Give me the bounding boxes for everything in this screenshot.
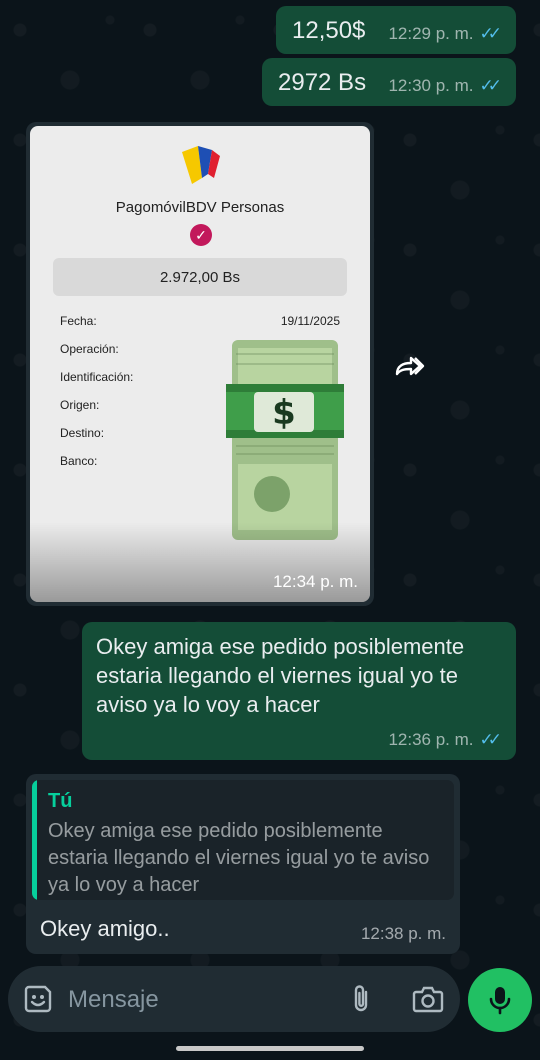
money-bag-icon: $ xyxy=(226,340,344,540)
svg-text:$: $ xyxy=(272,393,296,433)
receipt-amount: 2.972,00 Bs xyxy=(53,258,347,296)
message-text: Okey amigo.. xyxy=(40,916,170,941)
camera-icon xyxy=(412,986,444,1013)
field-label: Banco: xyxy=(60,454,98,468)
field-label: Operación: xyxy=(60,342,119,356)
forward-icon xyxy=(395,356,425,376)
message-meta: 12:30 p. m. ✓✓ xyxy=(388,76,502,96)
message-outgoing[interactable]: Okey amiga ese pedido posiblemente estar… xyxy=(82,622,516,760)
field-label: Fecha: xyxy=(60,314,97,328)
message-time: 12:36 p. m. xyxy=(388,730,474,749)
message-meta: 12:38 p. m. xyxy=(361,924,446,944)
voice-record-button[interactable] xyxy=(468,968,532,1032)
receipt-title: PagomóvilBDV Personas xyxy=(115,199,285,216)
quote-text: Okey amiga ese pedido posiblemente estar… xyxy=(48,820,430,896)
sticker-icon xyxy=(24,985,52,1013)
attach-button[interactable] xyxy=(344,982,378,1016)
message-text: Okey amiga ese pedido posiblemente estar… xyxy=(96,634,465,717)
field-label: Origen: xyxy=(60,398,100,412)
quote-accent-bar xyxy=(32,780,37,900)
message-meta: 12:36 p. m. ✓✓ xyxy=(388,730,502,750)
paperclip-icon xyxy=(354,985,368,1012)
image-message[interactable]: PagomóvilBDV Personas ✓ 2.972,00 Bs Fech… xyxy=(26,122,374,606)
message-time: 12:29 p. m. xyxy=(388,24,474,43)
message-outgoing[interactable]: 12,50$ 12:29 p. m. ✓✓ xyxy=(276,6,516,54)
microphone-icon xyxy=(489,987,511,1015)
forward-button[interactable] xyxy=(390,350,428,382)
message-incoming[interactable]: Tú Okey amiga ese pedido posiblemente es… xyxy=(26,774,460,954)
message-text: 12,50$ xyxy=(292,17,366,44)
message-time: 12:30 p. m. xyxy=(388,76,474,95)
check-icon: ✓ xyxy=(190,224,212,246)
home-indicator[interactable] xyxy=(176,1046,364,1051)
message-time: 12:34 p. m. xyxy=(272,572,358,591)
read-ticks-icon: ✓✓ xyxy=(479,24,502,43)
read-ticks-icon: ✓✓ xyxy=(479,730,502,749)
read-ticks-icon: ✓✓ xyxy=(479,76,502,95)
receipt-image[interactable]: PagomóvilBDV Personas ✓ 2.972,00 Bs Fech… xyxy=(30,126,370,602)
bank-logo-icon xyxy=(182,146,220,184)
message-meta: 12:29 p. m. ✓✓ xyxy=(388,24,502,44)
quote-author: Tú xyxy=(48,790,73,812)
emoji-button[interactable] xyxy=(22,983,54,1015)
message-text: 2972 Bs xyxy=(278,69,367,96)
message-outgoing[interactable]: 2972 Bs 12:30 p. m. ✓✓ xyxy=(262,58,516,106)
field-value: 19/11/2025 xyxy=(280,314,340,328)
field-label: Identificación: xyxy=(60,370,134,384)
message-composer[interactable]: Mensaje xyxy=(8,966,460,1032)
message-time: 12:38 p. m. xyxy=(360,924,446,943)
quoted-message[interactable]: Tú Okey amiga ese pedido posiblemente es… xyxy=(32,780,454,900)
field-label: Destino: xyxy=(60,426,105,440)
message-input[interactable]: Mensaje xyxy=(68,986,159,1014)
camera-button[interactable] xyxy=(410,982,446,1016)
